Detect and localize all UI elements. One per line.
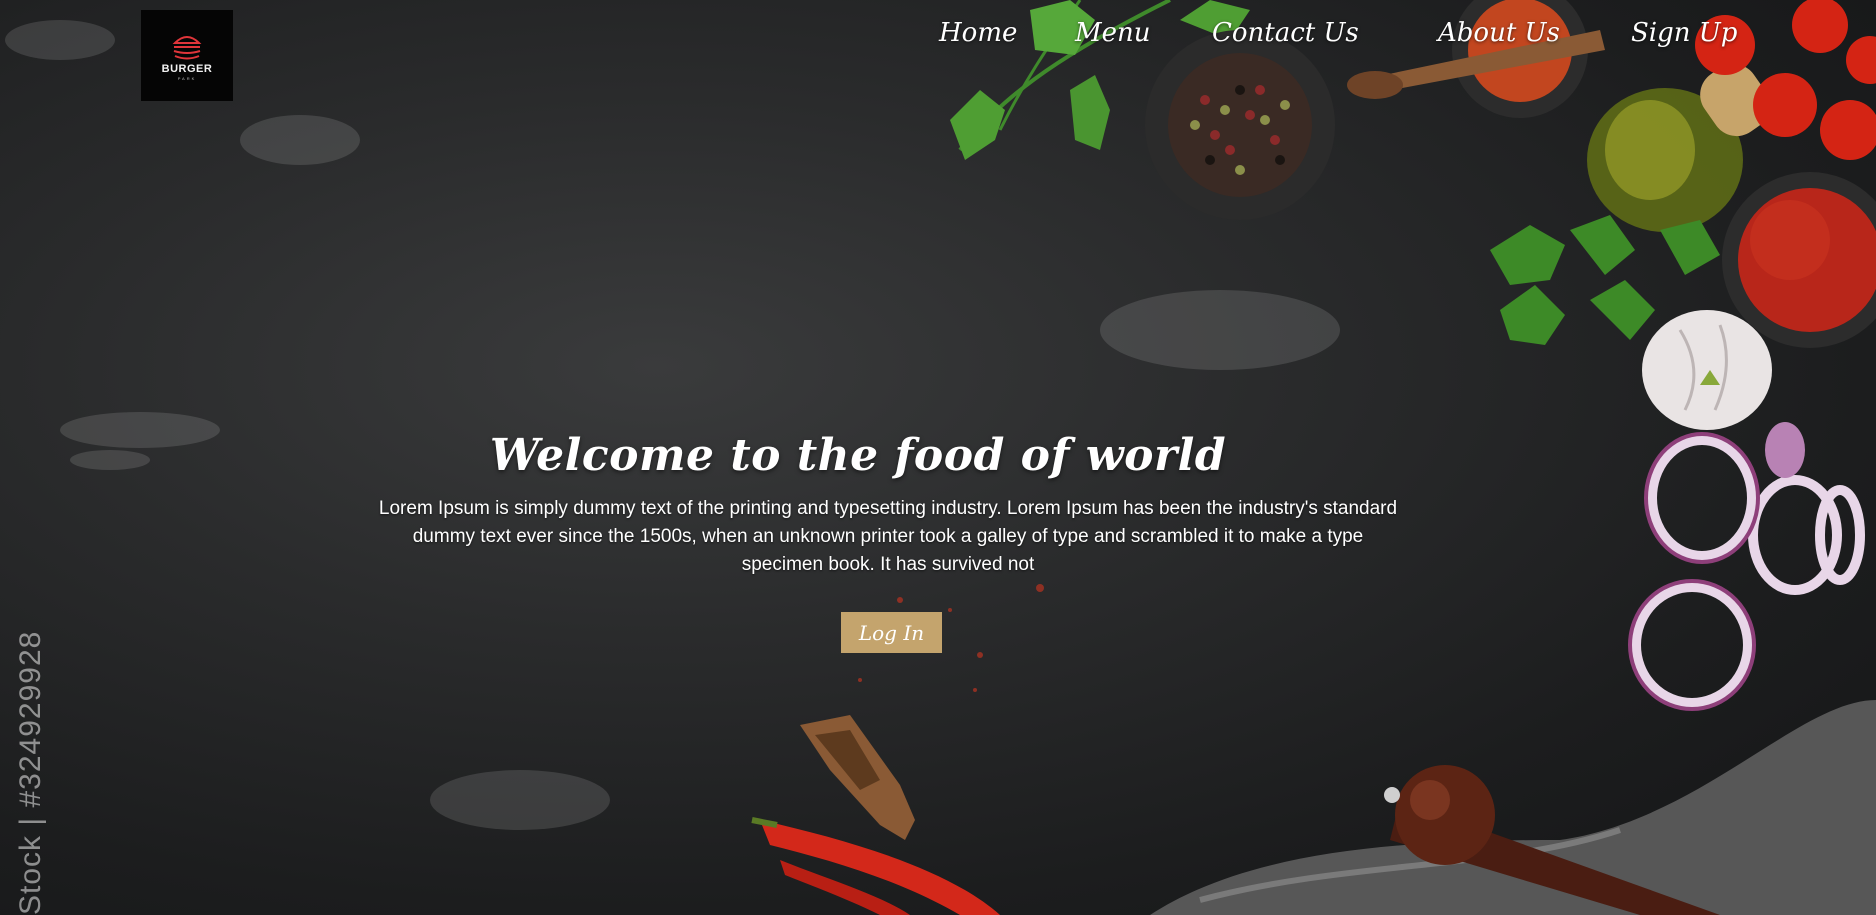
garlic-decoration (1642, 310, 1772, 430)
logo-brand-subtitle: PARK (177, 75, 197, 81)
nav-home[interactable]: Home (939, 18, 1017, 48)
login-button[interactable]: Log In (841, 612, 942, 653)
landing-page: BURGER PARK Home Menu Contact Us About U… (0, 0, 1876, 915)
chili-peppers-decoration (751, 817, 1000, 915)
hero-title: Welcome to the food of world (489, 430, 1227, 481)
stock-watermark: Stock | #324929928 (14, 630, 47, 915)
main-nav: Home Menu Contact Us About Us Sign Up (0, 14, 1876, 59)
cloth-decoration (1150, 700, 1876, 915)
nav-menu[interactable]: Menu (1075, 18, 1151, 48)
nav-about-us[interactable]: About Us (1438, 18, 1560, 48)
hero-description: Lorem Ipsum is simply dummy text of the … (378, 498, 1398, 575)
nav-contact-us[interactable]: Contact Us (1212, 18, 1359, 48)
nav-sign-up[interactable]: Sign Up (1631, 18, 1737, 48)
logo-brand-name: BURGER (161, 62, 213, 75)
